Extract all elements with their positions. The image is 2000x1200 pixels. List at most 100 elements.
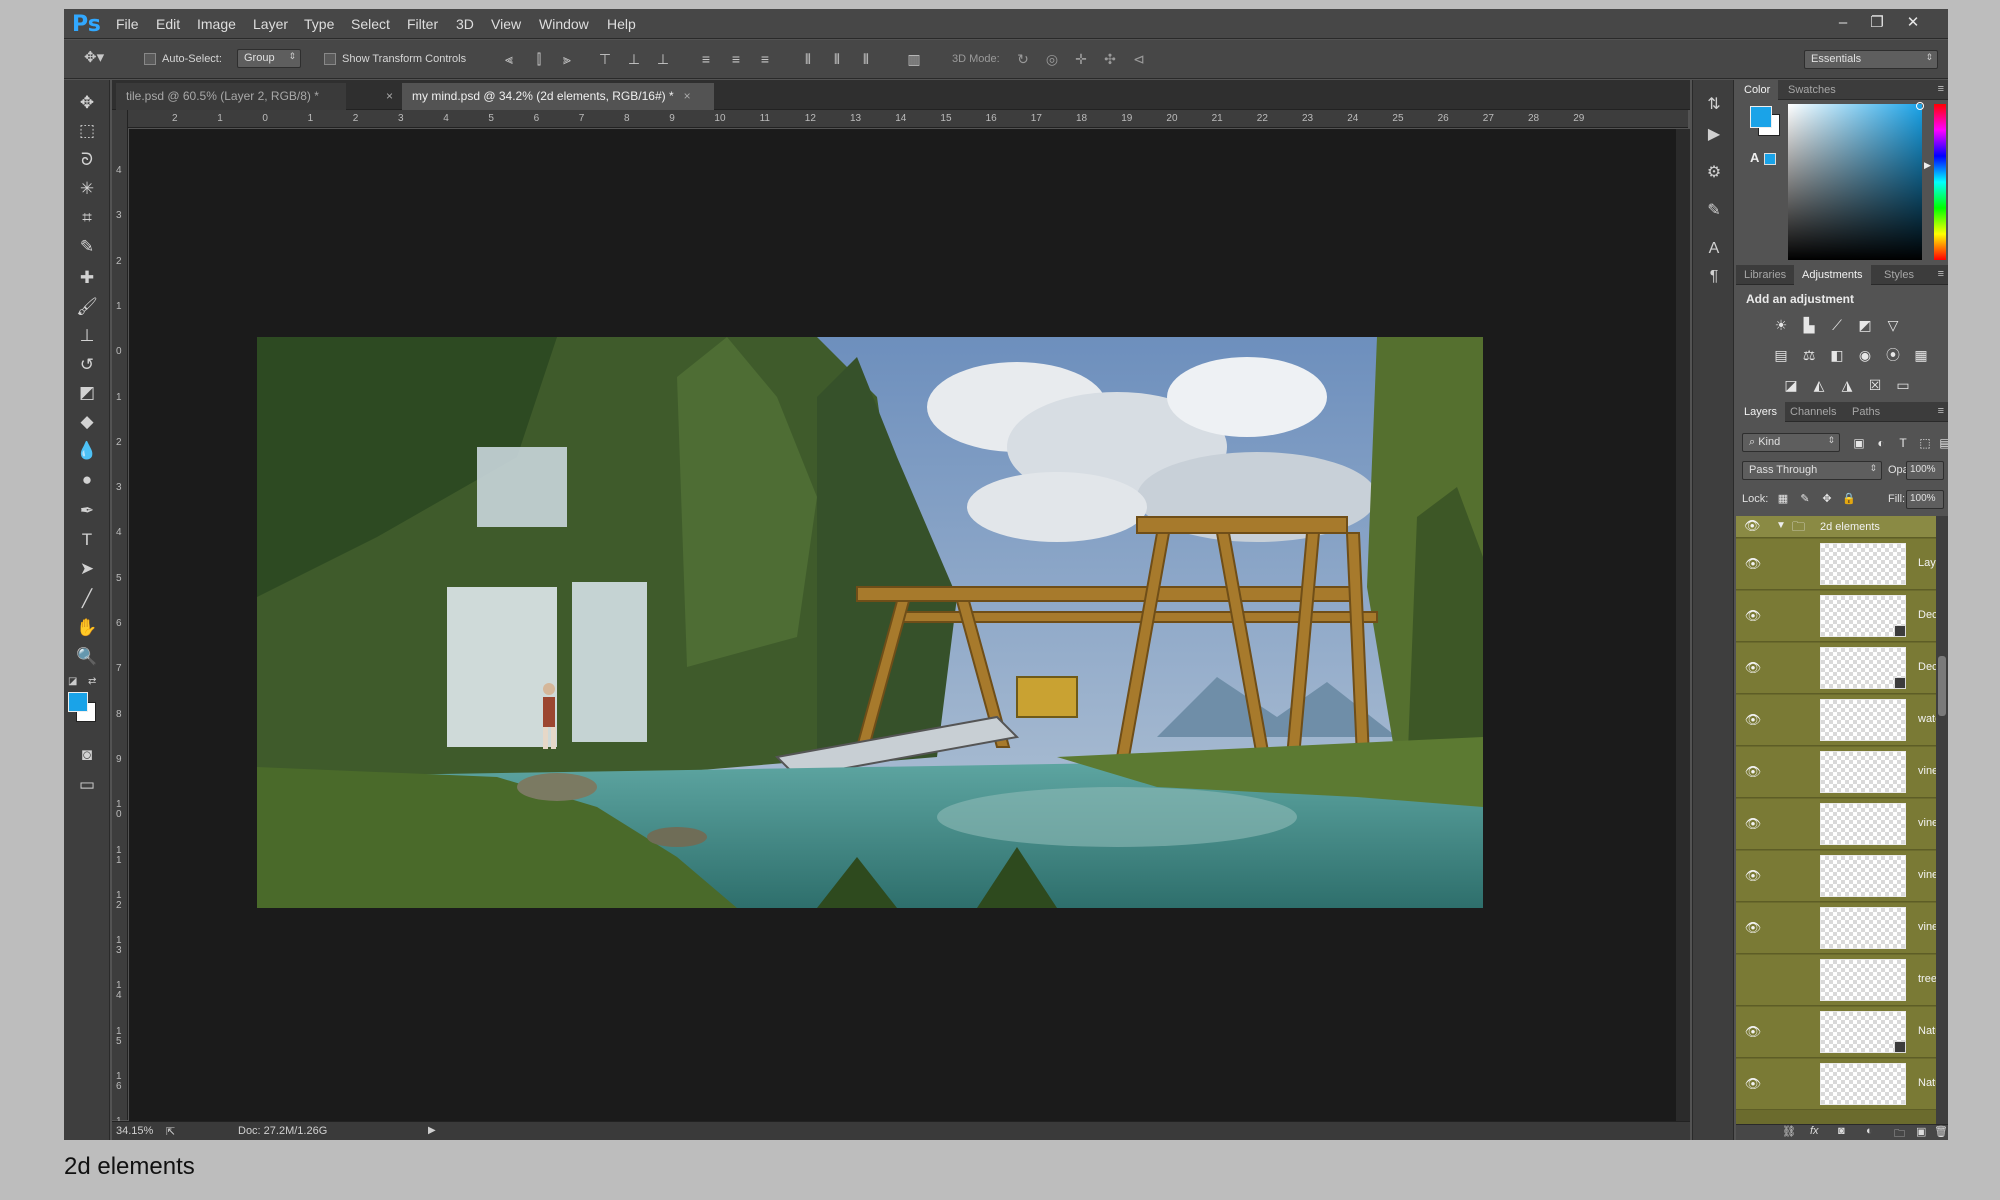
panel-menu-icon[interactable]: ≡ xyxy=(1938,268,1944,280)
group-expand-icon[interactable]: ▼ xyxy=(1776,520,1786,531)
eye-icon[interactable]: 👁 xyxy=(1744,763,1762,781)
black-white-icon[interactable]: ◧ xyxy=(1828,346,1846,364)
align-vcenter-icon[interactable]: ⊥ xyxy=(625,50,643,68)
tab-my-mind-psd[interactable]: my mind.psd @ 34.2% (2d elements, RGB/16… xyxy=(402,83,714,110)
eye-icon[interactable]: 👁 xyxy=(1744,711,1762,729)
vibrance-icon[interactable]: ▽ xyxy=(1884,316,1902,334)
minimize-button[interactable]: – xyxy=(1829,12,1857,34)
tab-tile-psd[interactable]: tile.psd @ 60.5% (Layer 2, RGB/8) * xyxy=(116,83,346,110)
lock-transparent-icon[interactable]: ▦ xyxy=(1774,490,1792,508)
layer-row[interactable]: 👁 vine4 copy xyxy=(1736,747,1948,798)
layer-row[interactable]: 👁 DecalsSt... xyxy=(1736,643,1948,694)
tab-close-icon[interactable]: × xyxy=(386,89,393,103)
align-hcenter-icon[interactable]: ⫿ xyxy=(530,50,548,68)
3d-camera-icon[interactable]: ⊲ xyxy=(1130,50,1148,68)
photo-filter-icon[interactable]: ◉ xyxy=(1856,346,1874,364)
healing-brush-tool-icon[interactable]: ✚ xyxy=(72,265,102,291)
default-colors-icon[interactable]: ◪ xyxy=(68,676,77,687)
layer-row[interactable]: 👁 DecalsSt... xyxy=(1736,591,1948,642)
filter-type-icon[interactable]: T xyxy=(1894,434,1912,452)
brightness-contrast-icon[interactable]: ☀ xyxy=(1772,316,1790,334)
invert-icon[interactable]: ◪ xyxy=(1782,376,1800,394)
quick-mask-icon[interactable]: ◙ xyxy=(72,742,102,768)
move-tool-icon[interactable]: ✥ xyxy=(72,90,102,116)
actions-icon[interactable]: ▶ xyxy=(1703,124,1725,146)
distribute-vcenter-icon[interactable]: ≡ xyxy=(727,50,745,68)
filter-pixel-icon[interactable]: ▣ xyxy=(1850,434,1868,452)
fill-input[interactable]: 100% xyxy=(1906,490,1944,509)
menu-view[interactable]: View xyxy=(491,16,521,32)
status-menu-arrow-icon[interactable]: ▶ xyxy=(428,1125,436,1136)
tab-color[interactable]: Color xyxy=(1736,80,1779,100)
align-top-icon[interactable]: ⊤ xyxy=(596,50,614,68)
layer-row[interactable]: 👁 vine4 xyxy=(1736,851,1948,902)
eraser-tool-icon[interactable]: ◩ xyxy=(72,380,102,406)
3d-roll-icon[interactable]: ◎ xyxy=(1043,50,1061,68)
menu-layer[interactable]: Layer xyxy=(253,16,288,32)
hue-slider-handle-icon[interactable]: ▶ xyxy=(1924,160,1931,171)
color-field[interactable] xyxy=(1788,104,1922,260)
layers-scroll-thumb[interactable] xyxy=(1938,656,1946,716)
paragraph-icon[interactable]: ¶ xyxy=(1703,266,1725,288)
link-layers-icon[interactable]: ⛓ xyxy=(1782,1125,1796,1138)
move-tool-preset-icon[interactable]: ✥▾ xyxy=(84,49,104,67)
posterize-icon[interactable]: ◭ xyxy=(1810,376,1828,394)
zoom-tool-icon[interactable]: 🔍 xyxy=(72,644,102,670)
auto-align-icon[interactable]: ▥ xyxy=(905,50,923,68)
3d-rotate-icon[interactable]: ↻ xyxy=(1014,50,1032,68)
close-window-button[interactable]: ✕ xyxy=(1899,12,1927,34)
tab-paths[interactable]: Paths xyxy=(1844,402,1888,422)
path-selection-tool-icon[interactable]: ➤ xyxy=(72,556,102,582)
restore-button[interactable]: ❐ xyxy=(1863,12,1891,34)
align-left-icon[interactable]: ⫷ xyxy=(500,50,518,68)
new-layer-icon[interactable]: ▣ xyxy=(1916,1125,1926,1138)
hand-tool-icon[interactable]: ✋ xyxy=(72,615,102,641)
tab-libraries[interactable]: Libraries xyxy=(1736,265,1794,285)
marquee-tool-icon[interactable]: ⬚ xyxy=(72,118,102,144)
workspace-dropdown[interactable]: Essentials ⇕ xyxy=(1804,50,1938,69)
foreground-color-swatch[interactable] xyxy=(68,692,88,712)
history-brush-tool-icon[interactable]: ↺ xyxy=(72,352,102,378)
eye-icon[interactable]: 👁 xyxy=(1744,607,1762,625)
eye-icon[interactable]: 👁 xyxy=(1744,659,1762,677)
type-tool-icon[interactable]: T xyxy=(72,527,102,553)
tab-close-icon[interactable]: × xyxy=(684,89,691,103)
color-picker-marker[interactable] xyxy=(1916,102,1924,110)
menu-filter[interactable]: Filter xyxy=(407,16,438,32)
new-adjustment-layer-icon[interactable]: ◐ xyxy=(1866,1125,1873,1137)
new-group-icon[interactable]: 🗀 xyxy=(1894,1125,1905,1140)
color-lookup-icon[interactable]: ▦ xyxy=(1912,346,1930,364)
eyedropper-tool-icon[interactable]: ✎ xyxy=(72,234,102,260)
3d-drag-icon[interactable]: ✛ xyxy=(1072,50,1090,68)
menu-edit[interactable]: Edit xyxy=(156,16,180,32)
blend-mode-dropdown[interactable]: Pass Through ⇕ xyxy=(1742,461,1882,480)
opacity-input[interactable]: 100% xyxy=(1906,461,1944,480)
share-icon[interactable]: ⇱ xyxy=(166,1125,175,1138)
eye-icon[interactable]: 👁 xyxy=(1744,518,1761,534)
layers-scrollbar[interactable] xyxy=(1936,516,1948,1124)
distribute-left-icon[interactable]: ⫴ xyxy=(799,50,817,68)
panel-menu-icon[interactable]: ≡ xyxy=(1938,83,1944,95)
hue-saturation-icon[interactable]: ▤ xyxy=(1772,346,1790,364)
panel-menu-icon[interactable]: ≡ xyxy=(1938,405,1944,417)
eye-icon[interactable]: 👁 xyxy=(1744,555,1762,573)
menu-3d[interactable]: 3D xyxy=(456,16,474,32)
canvas-scrollbar[interactable] xyxy=(1676,129,1690,1121)
distribute-hcenter-icon[interactable]: ⫴ xyxy=(828,50,846,68)
gradient-map-icon[interactable]: ▭ xyxy=(1894,376,1912,394)
lock-image-icon[interactable]: ✎ xyxy=(1796,490,1814,508)
layer-row[interactable]: 👁 waterfall xyxy=(1736,695,1948,746)
eye-icon[interactable]: 👁 xyxy=(1744,815,1762,833)
tab-adjustments[interactable]: Adjustments xyxy=(1794,265,1871,285)
distribute-bottom-icon[interactable]: ≡ xyxy=(756,50,774,68)
selective-color-icon[interactable]: ☒ xyxy=(1866,376,1884,394)
line-tool-icon[interactable]: ╱ xyxy=(72,586,102,612)
lock-all-icon[interactable]: 🔒 xyxy=(1840,490,1858,508)
tab-swatches[interactable]: Swatches xyxy=(1780,80,1844,100)
color-balance-icon[interactable]: ⚖ xyxy=(1800,346,1818,364)
menu-window[interactable]: Window xyxy=(539,16,589,32)
curves-icon[interactable]: ⟋ xyxy=(1828,316,1846,334)
color-foreground-swatch[interactable] xyxy=(1750,106,1772,128)
layer-row[interactable]: 👁 vine4 xyxy=(1736,799,1948,850)
3d-slide-icon[interactable]: ✣ xyxy=(1101,50,1119,68)
